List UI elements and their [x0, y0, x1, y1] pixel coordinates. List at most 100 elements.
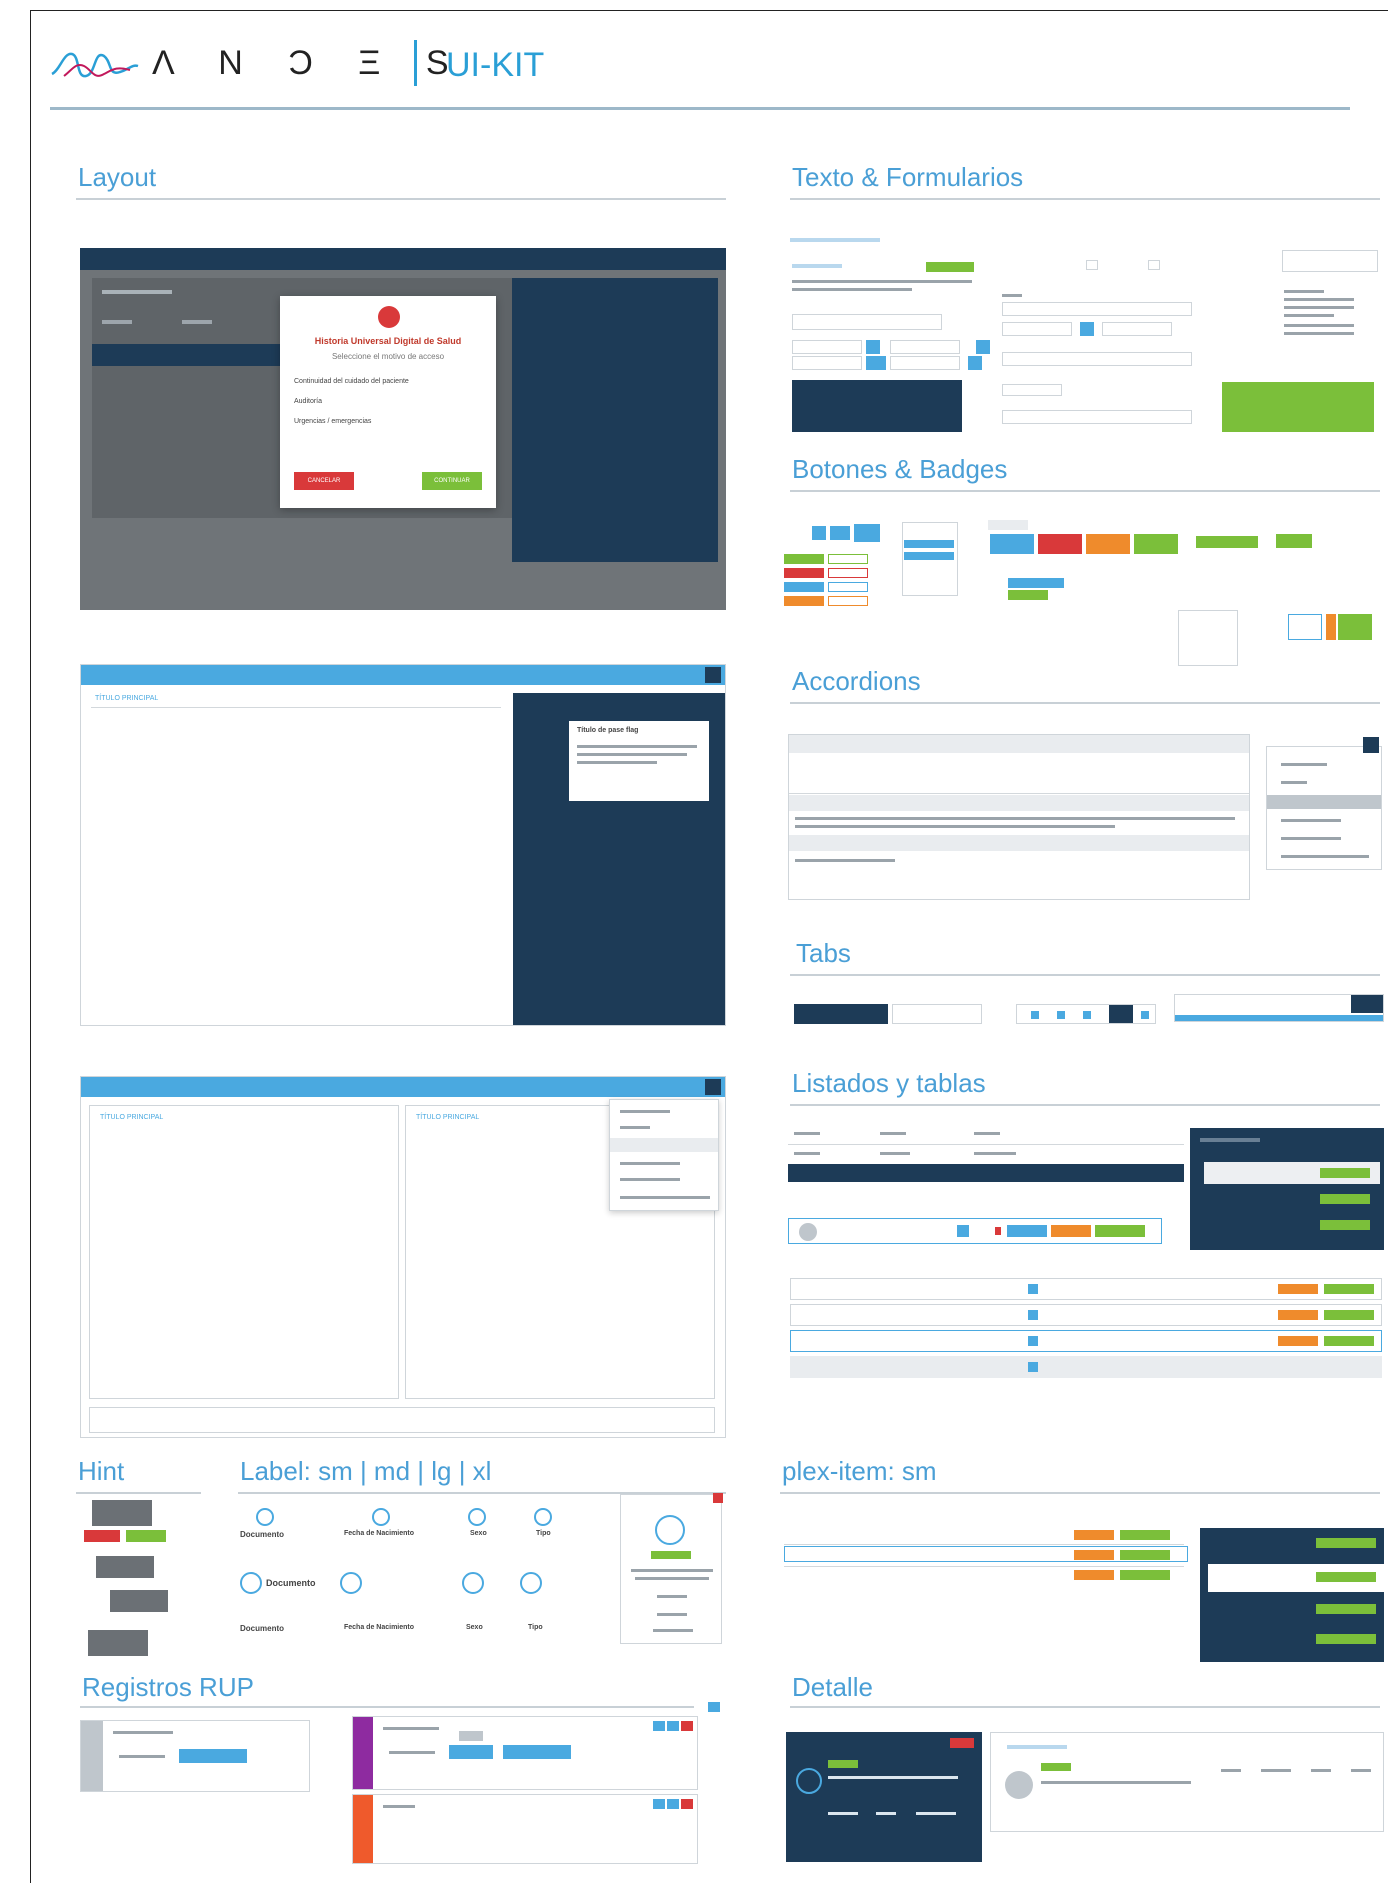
section-title-label: Label: sm | md | lg | xl	[240, 1456, 492, 1486]
option-2[interactable]: Auditoría	[294, 398, 322, 405]
plex-list	[788, 1262, 1384, 1382]
hint-tooltip-2	[96, 1556, 154, 1578]
rup-delete-icon-2[interactable]	[681, 1799, 693, 1809]
access-modal: Historia Universal Digital de Salud Sele…	[280, 296, 496, 508]
option-1[interactable]: Continuidad del cuidado del paciente	[294, 378, 409, 385]
dropdown-list[interactable]	[1178, 610, 1238, 666]
section-rule	[780, 1492, 1380, 1494]
section-rule	[790, 490, 1380, 492]
green-button[interactable]	[1134, 534, 1178, 554]
menu-close-icon[interactable]	[1363, 737, 1379, 753]
number-input-4[interactable]	[890, 356, 960, 370]
select-input[interactable]	[1002, 302, 1192, 316]
app-navbar	[81, 1077, 725, 1097]
modal-subtitle: Seleccione el motivo de acceso	[331, 352, 445, 361]
section-rule	[790, 198, 1380, 200]
select-input-2[interactable]	[1002, 352, 1192, 366]
blue-button[interactable]	[990, 534, 1034, 554]
hint-badge-danger	[84, 1530, 120, 1542]
close-icon[interactable]	[713, 1493, 723, 1503]
rup-record-3	[352, 1794, 698, 1864]
panel-title-2: TÍTULO PRINCIPAL	[416, 1114, 480, 1121]
checkbox-2[interactable]	[1148, 260, 1160, 270]
product-name: UI-KIT	[446, 46, 545, 84]
section-title-botones: Botones & Badges	[792, 454, 1008, 484]
detail-light-card	[990, 1732, 1384, 1832]
layout-demo-modal: Historia Universal Digital de Salud Sele…	[80, 248, 726, 610]
option-3[interactable]: Urgencias / emergencias	[294, 418, 371, 425]
alert-icon	[378, 306, 400, 328]
section-rule	[76, 1492, 201, 1494]
section-title-tabs: Tabs	[796, 938, 851, 968]
layout-demo-two-col: TÍTULO PRINCIPAL TÍTULO PRINCIPAL	[80, 1076, 726, 1438]
rup-delete-icon[interactable]	[681, 1721, 693, 1731]
text-input[interactable]	[1002, 410, 1192, 424]
detail-dark-card	[786, 1732, 982, 1862]
number-input-2[interactable]	[890, 340, 960, 354]
list-item-selected[interactable]	[788, 1218, 1162, 1244]
search-input[interactable]	[792, 314, 942, 330]
tab-inactive[interactable]	[892, 1004, 982, 1024]
continue-button[interactable]: CONTINUAR	[422, 472, 482, 490]
accordion-header-1[interactable]	[789, 735, 1249, 753]
table-row-selected[interactable]	[788, 1164, 1184, 1182]
hint-tooltip	[92, 1500, 152, 1526]
rup-edit-icon-2[interactable]	[653, 1799, 665, 1809]
type-icon	[534, 1508, 552, 1526]
dark-form-panel	[792, 380, 962, 432]
tag-input[interactable]	[1002, 384, 1062, 396]
number-input[interactable]	[792, 340, 862, 354]
hint-badge-success	[126, 1530, 166, 1542]
rup-edit-icon[interactable]	[653, 1721, 665, 1731]
section-rule	[790, 1104, 1380, 1106]
dark-sidebar: Título de pase flag	[513, 693, 725, 1025]
tab-icon-1[interactable]	[1031, 1011, 1039, 1019]
data-table	[788, 1126, 1184, 1182]
label-sexo: Sexo	[470, 1530, 487, 1537]
modal-title: Historia Universal Digital de Salud	[314, 336, 462, 346]
patient-icon	[655, 1515, 685, 1545]
list-row[interactable]	[790, 1356, 1382, 1378]
rup-copy-icon[interactable]	[667, 1721, 679, 1731]
accordion-header-3[interactable]	[789, 835, 1249, 851]
time-input[interactable]	[1102, 322, 1172, 336]
tab-icon-3[interactable]	[1083, 1011, 1091, 1019]
navbar-menu-icon[interactable]	[705, 1079, 721, 1095]
number-input-3[interactable]	[792, 356, 862, 370]
rup-action-button[interactable]	[179, 1749, 247, 1763]
label-tipo-lg: Tipo	[528, 1624, 543, 1631]
panel-title: TÍTULO PRINCIPAL	[95, 695, 159, 702]
tab-selected[interactable]	[1351, 995, 1383, 1013]
checkbox[interactable]	[1086, 260, 1098, 270]
dark-list-panel	[1190, 1128, 1384, 1250]
rup-action-button-3[interactable]	[503, 1745, 571, 1759]
hint-tooltip-4	[88, 1630, 148, 1656]
birthdate-icon-md	[340, 1572, 362, 1594]
label-fecha: Fecha de Nacimiento	[344, 1530, 415, 1537]
tab-active[interactable]	[794, 1004, 888, 1024]
orange-button[interactable]	[1086, 534, 1130, 554]
forms-demo	[790, 234, 1380, 434]
date-input[interactable]	[1002, 322, 1072, 336]
green-small-button[interactable]	[1276, 534, 1312, 548]
section-rule	[80, 1706, 694, 1708]
dropdown-menu[interactable]	[609, 1099, 719, 1211]
cancel-button[interactable]: CANCELAR	[294, 472, 354, 490]
avatar	[1005, 1771, 1033, 1799]
rup-expand-icon[interactable]	[708, 1702, 720, 1712]
panel-left: TÍTULO PRINCIPAL	[89, 1105, 399, 1399]
footer-bar	[89, 1407, 715, 1433]
rup-copy-icon-2[interactable]	[667, 1799, 679, 1809]
dropdown-select[interactable]	[1282, 250, 1378, 272]
green-wide-button[interactable]	[1196, 536, 1258, 548]
label-sexo-lg: Sexo	[466, 1624, 483, 1631]
tab-icon-4[interactable]	[1109, 1005, 1133, 1023]
rup-action-button-2[interactable]	[449, 1745, 493, 1759]
accordion-header-2[interactable]	[789, 795, 1249, 811]
navbar-menu-icon[interactable]	[705, 667, 721, 683]
section-title-registros: Registros RUP	[82, 1672, 254, 1702]
plex-dark-panel	[1200, 1528, 1384, 1662]
tab-icon-5[interactable]	[1141, 1011, 1149, 1019]
tab-icon-2[interactable]	[1057, 1011, 1065, 1019]
red-button[interactable]	[1038, 534, 1082, 554]
